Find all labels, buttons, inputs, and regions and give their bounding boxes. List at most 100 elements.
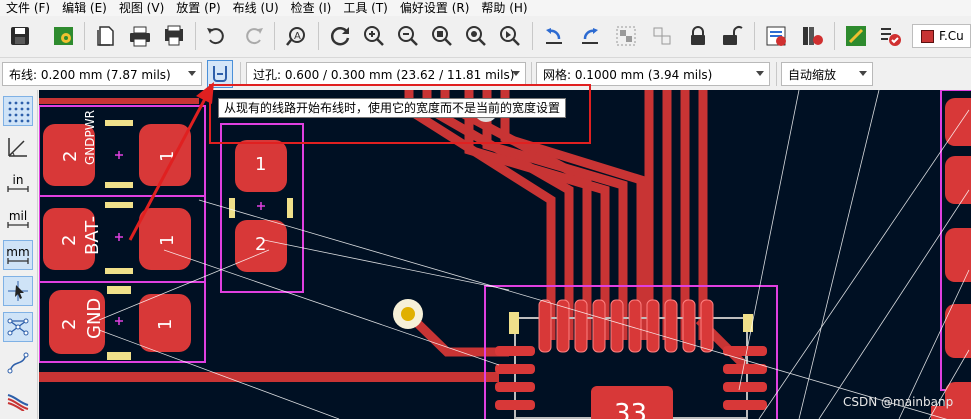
cursor-icon[interactable] [3, 276, 33, 306]
inches-label: in [12, 173, 24, 187]
tooltip: 从现有的线路开始布线时，使用它的宽度而不是当前的宽度设置 [218, 98, 567, 118]
library-icon[interactable] [798, 22, 826, 50]
component-gnd[interactable]: 2 1 GND [39, 281, 206, 363]
zoom-selection-icon[interactable] [496, 22, 524, 50]
inches-icon[interactable]: in [3, 168, 33, 198]
use-existing-track-width-button[interactable] [207, 60, 233, 88]
save-icon[interactable] [6, 22, 34, 50]
toolbar-separator [240, 62, 241, 86]
netlist-icon[interactable] [762, 22, 790, 50]
copper-track [39, 98, 199, 104]
find-icon[interactable]: A [282, 22, 310, 50]
grid-value: 网格: 0.1000 mm (3.94 mils) [543, 67, 713, 82]
menu-route[interactable]: 布线 (U) [227, 0, 285, 16]
scripting-icon[interactable] [842, 22, 870, 50]
unlock-icon[interactable] [718, 22, 746, 50]
ic-pin-number: 33 [614, 399, 647, 419]
pad-number: 2 [60, 151, 81, 162]
grid-dots-icon[interactable] [3, 96, 33, 126]
ratsnest-icon[interactable] [3, 312, 33, 342]
component-right-edge[interactable] [940, 90, 971, 419]
pad-number: 1 [157, 235, 178, 246]
chevron-down-icon [512, 71, 520, 76]
undo-icon[interactable] [202, 22, 230, 50]
zoom-value: 自动缩放 [788, 67, 837, 82]
menu-edit[interactable]: 编辑 (E) [56, 0, 113, 16]
refresh-icon[interactable] [326, 22, 354, 50]
chevron-down-icon [859, 71, 867, 76]
track-width-value: 布线: 0.200 mm (7.87 mils) [9, 67, 171, 82]
via-hole [401, 307, 415, 321]
millimeters-icon[interactable]: mm [3, 240, 33, 270]
track-width-select[interactable]: 布线: 0.200 mm (7.87 mils) [2, 62, 202, 86]
zoom-out-icon[interactable] [394, 22, 422, 50]
rotate-cw-icon[interactable] [576, 22, 604, 50]
board-setup-icon[interactable] [50, 22, 78, 50]
rotate-ccw-icon[interactable] [540, 22, 568, 50]
layer-selector[interactable]: F.Cu [912, 24, 971, 48]
net-label: BAT- [82, 216, 103, 255]
menu-preferences[interactable]: 偏好设置 (R) [394, 0, 476, 16]
millimeters-label: mm [6, 245, 30, 259]
track-width-icon [213, 66, 227, 82]
toolbar-separator [834, 22, 835, 50]
redo-icon[interactable] [240, 22, 268, 50]
zoom-objects-icon[interactable] [462, 22, 490, 50]
toolbar-separator [531, 62, 532, 86]
menu-file[interactable]: 文件 (F) [0, 0, 56, 16]
component-bat[interactable]: 2 1 BAT- [39, 195, 206, 283]
print-icon[interactable] [126, 22, 154, 50]
copper-track [405, 311, 509, 357]
menu-bar: 文件 (F) 编辑 (E) 视图 (V) 放置 (P) 布线 (U) 检查 (I… [0, 0, 971, 16]
layer-color-swatch [921, 29, 934, 43]
copper-track [39, 372, 499, 382]
toolbar-separator [84, 22, 85, 50]
ungroup-icon[interactable] [648, 22, 676, 50]
layer-name: F.Cu [939, 29, 964, 43]
component-gndpwr[interactable]: 2 1 GNDPWR [39, 105, 206, 197]
watermark: CSDN @mainbanp [843, 395, 954, 409]
pin1-marker [509, 312, 519, 334]
menu-tools[interactable]: 工具 (T) [337, 0, 394, 16]
route-options-toolbar: 布线: 0.200 mm (7.87 mils) 过孔: 0.600 / 0.3… [0, 58, 971, 90]
toolbar-separator [318, 22, 319, 50]
toolbar-separator [754, 22, 755, 50]
menu-view[interactable]: 视图 (V) [113, 0, 170, 16]
menu-place[interactable]: 放置 (P) [170, 0, 226, 16]
via-size-value: 过孔: 0.600 / 0.300 mm (23.62 / 11.81 mils… [253, 67, 515, 82]
drc-icon[interactable] [876, 22, 904, 50]
svg-text:A: A [294, 31, 301, 42]
zoom-select[interactable]: 自动缩放 [781, 62, 873, 86]
net-label: GND [84, 298, 105, 339]
page-icon[interactable] [92, 22, 120, 50]
group-icon[interactable] [612, 22, 640, 50]
pad-number: 2 [59, 235, 80, 246]
polar-coords-icon[interactable] [3, 132, 33, 162]
chevron-down-icon [756, 71, 764, 76]
mils-icon[interactable]: mil [3, 204, 33, 234]
toolbar-separator [195, 22, 196, 50]
toolbar-separator [532, 22, 533, 50]
grid-select[interactable]: 网格: 0.1000 mm (3.94 mils) [536, 62, 770, 86]
net-label: GNDPWR [83, 110, 97, 165]
zoom-in-icon[interactable] [360, 22, 388, 50]
toolbar-separator [776, 62, 777, 86]
pcb-canvas[interactable]: 33 2 1 GNDPWR 2 1 BAT- 2 1 GND 1 2 [39, 90, 971, 419]
pad-number: 1 [255, 154, 266, 175]
pad-number: 1 [155, 319, 176, 330]
zoom-fit-icon[interactable] [428, 22, 456, 50]
menu-inspect[interactable]: 检查 (I) [285, 0, 338, 16]
pcb-drawing[interactable]: 33 2 1 GNDPWR 2 1 BAT- 2 1 GND 1 2 [39, 90, 971, 419]
lock-icon[interactable] [684, 22, 712, 50]
curved-ratsnest-icon[interactable] [3, 348, 33, 378]
main-toolbar: A F.Cu [0, 16, 971, 58]
tracks-icon[interactable] [3, 384, 33, 414]
via-size-select[interactable]: 过孔: 0.600 / 0.300 mm (23.62 / 11.81 mils… [246, 62, 526, 86]
pad-number: 2 [59, 319, 80, 330]
menu-help[interactable]: 帮助 (H) [475, 0, 533, 16]
plot-icon[interactable] [160, 22, 188, 50]
toolbar-separator [274, 22, 275, 50]
mils-label: mil [8, 209, 28, 223]
pad-number: 1 [157, 151, 178, 162]
component-vertical-cap[interactable]: 1 2 [220, 123, 304, 293]
